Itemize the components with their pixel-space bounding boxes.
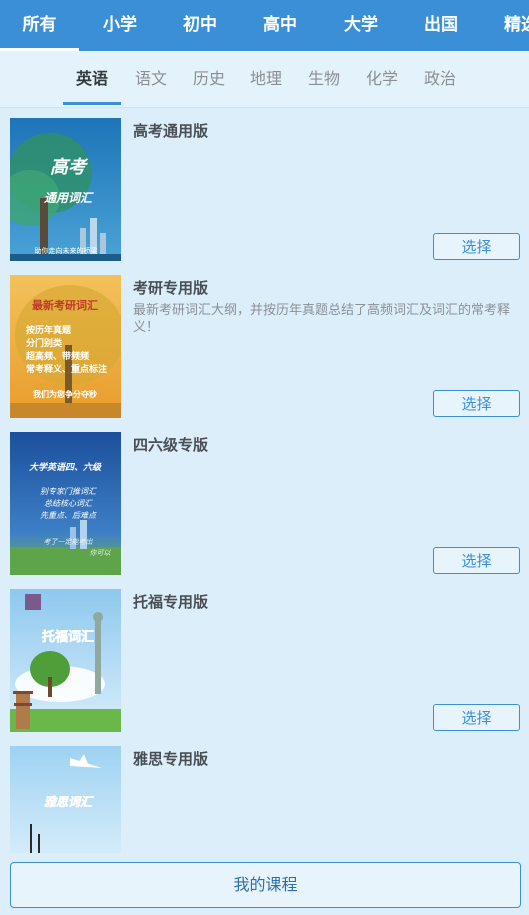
subject-tab-bar: 英语 语文 历史 地理 生物 化学 政治	[0, 51, 529, 108]
tab-chemistry[interactable]: 化学	[353, 51, 411, 107]
svg-text:雅思词汇: 雅思词汇	[44, 795, 94, 809]
course-item: 大学英语四、六级 别专家门推词汇 总结核心词汇 先重点、后难点 考了一定能考出 …	[0, 422, 529, 579]
course-item: 高考 通用词汇 助你走向未来的桥梁 高考通用版 选择	[0, 108, 529, 265]
course-item: 托福词汇 托福专用版 选择	[0, 579, 529, 736]
svg-text:最新考研词汇: 最新考研词汇	[32, 298, 98, 312]
tab-politics[interactable]: 政治	[411, 51, 469, 107]
course-title: 雅思专用版	[133, 750, 209, 768]
select-button[interactable]: 选择	[433, 390, 520, 417]
course-cover-image: 雅思词汇	[10, 746, 121, 853]
course-description: 最新考研词汇大纲，并按历年真题总结了高频词汇及词汇的常考释义！	[133, 303, 511, 335]
course-item: 雅思词汇 雅思专用版	[0, 736, 529, 853]
svg-text:总结核心词汇: 总结核心词汇	[44, 499, 94, 508]
course-list: 高考 通用词汇 助你走向未来的桥梁 高考通用版 选择 最新考研词汇 按历年真题 …	[0, 108, 529, 853]
tab-english[interactable]: 英语	[63, 51, 121, 107]
select-button[interactable]: 选择	[433, 704, 520, 731]
tab-abroad[interactable]: 出国	[401, 0, 481, 51]
tab-history[interactable]: 历史	[180, 51, 238, 107]
svg-text:我们为您争分夺秒: 我们为您争分夺秒	[33, 389, 97, 399]
svg-text:按历年真题: 按历年真题	[26, 324, 72, 336]
course-title: 托福专用版	[133, 593, 209, 611]
tab-primary[interactable]: 小学	[80, 0, 160, 51]
level-tab-bar: 所有 小学 初中 高中 大学 出国 精选	[0, 0, 529, 51]
svg-text:超高频、带频频: 超高频、带频频	[25, 350, 89, 362]
tab-featured[interactable]: 精选	[481, 0, 529, 51]
svg-text:你可以: 你可以	[90, 549, 112, 557]
course-item: 最新考研词汇 按历年真题 分门别类 超高频、带频频 常考释义、重点标注 我们为您…	[0, 265, 529, 422]
course-cover-image: 最新考研词汇 按历年真题 分门别类 超高频、带频频 常考释义、重点标注 我们为您…	[10, 275, 121, 418]
course-title: 考研专用版	[133, 279, 209, 297]
course-title: 四六级专版	[133, 436, 209, 454]
select-button[interactable]: 选择	[433, 233, 520, 260]
tab-biology[interactable]: 生物	[295, 51, 353, 107]
svg-text:高考: 高考	[50, 157, 89, 178]
course-cover-image: 托福词汇	[10, 589, 121, 732]
my-courses-button[interactable]: 我的课程	[10, 862, 521, 908]
svg-text:助你走向未来的桥梁: 助你走向未来的桥梁	[35, 246, 98, 255]
tab-senior-high[interactable]: 高中	[240, 0, 320, 51]
svg-text:托福词汇: 托福词汇	[42, 629, 94, 645]
select-button[interactable]: 选择	[433, 547, 520, 574]
svg-text:分门别类: 分门别类	[26, 337, 63, 349]
svg-text:常考释义、重点标注: 常考释义、重点标注	[26, 363, 107, 375]
tab-all[interactable]: 所有	[0, 0, 79, 51]
svg-text:通用词汇: 通用词汇	[44, 191, 94, 205]
tab-geography[interactable]: 地理	[237, 51, 295, 107]
svg-text:别专家门推词汇: 别专家门推词汇	[40, 487, 98, 496]
svg-text:先重点、后难点: 先重点、后难点	[40, 511, 97, 520]
tab-junior-high[interactable]: 初中	[160, 0, 240, 51]
course-title: 高考通用版	[133, 122, 209, 140]
course-cover-image: 高考 通用词汇 助你走向未来的桥梁	[10, 118, 121, 261]
course-cover-image: 大学英语四、六级 别专家门推词汇 总结核心词汇 先重点、后难点 考了一定能考出 …	[10, 432, 121, 575]
svg-text:考了一定能考出: 考了一定能考出	[44, 538, 94, 546]
svg-text:大学英语四、六级: 大学英语四、六级	[29, 462, 102, 473]
tab-chinese[interactable]: 语文	[122, 51, 180, 107]
tab-university[interactable]: 大学	[321, 0, 401, 51]
